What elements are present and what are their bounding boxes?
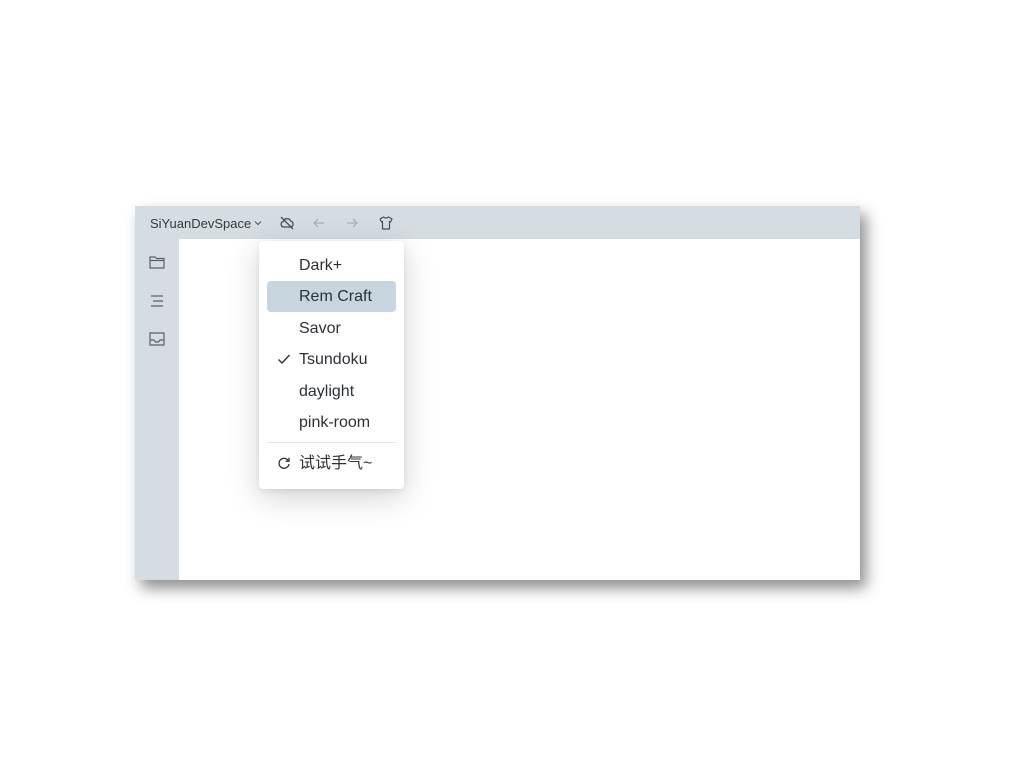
back-arrow-icon[interactable] [310,214,328,232]
inbox-icon[interactable] [148,330,166,348]
chevron-down-icon [254,221,262,226]
refresh-icon [278,457,290,469]
left-dock [135,239,179,580]
menu-item-pink-room[interactable]: pink-room [267,407,396,438]
menu-item-label: daylight [299,383,355,400]
menu-item-label: 试试手气~ [299,455,373,472]
menu-item-label: Dark+ [299,257,343,274]
shirt-icon[interactable] [377,214,395,232]
menu-item-label: pink-room [299,414,371,431]
menu-item-rem-craft[interactable]: Rem Craft [267,281,396,312]
workspace-selector[interactable]: SiYuanDevSpace [150,214,262,232]
menu-item-tsundoku[interactable]: Tsundoku [267,344,396,375]
top-toolbar: SiYuanDevSpace [135,206,860,239]
app-window: SiYuanDevSpace [135,206,860,580]
check-icon [278,354,291,365]
menu-item-daylight[interactable]: daylight [267,376,396,407]
menu-item-savor[interactable]: Savor [267,313,396,344]
folder-icon[interactable] [148,253,166,271]
menu-item-random-theme[interactable]: 试试手气~ [267,448,396,479]
forward-arrow-icon[interactable] [343,214,361,232]
menu-item-label: Rem Craft [299,288,372,305]
menu-item-label: Tsundoku [299,351,368,368]
theme-menu: Dark+ Rem Craft Savor Tsundoku daylight … [259,241,404,489]
menu-separator [267,442,396,443]
outline-icon[interactable] [148,292,166,310]
workspace-name: SiYuanDevSpace [150,215,252,231]
menu-item-dark-plus[interactable]: Dark+ [267,250,396,281]
cloud-off-icon[interactable] [278,214,296,232]
menu-item-label: Savor [299,320,341,337]
